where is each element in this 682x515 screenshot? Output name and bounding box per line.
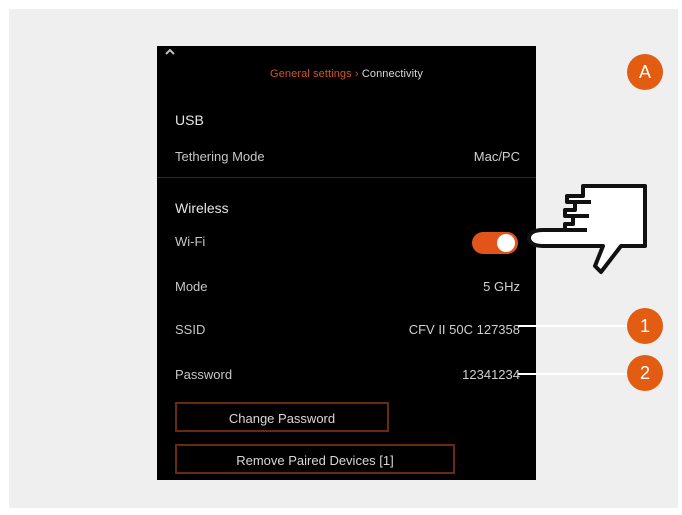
tethering-mode-value: Mac/PC [473,149,520,164]
wifi-toggle[interactable] [472,232,518,254]
section-title-wireless: Wireless [175,200,229,216]
ssid-label: SSID [175,322,206,337]
mode-value: 5 GHz [483,279,520,294]
wifi-label: Wi-Fi [175,234,206,249]
ssid-row: SSID CFV II 50C 127358 [175,322,520,342]
change-password-button[interactable]: Change Password [175,402,389,432]
password-label: Password [175,367,233,382]
callout-badge-1: 1 [627,308,663,344]
callout-line-2 [518,373,628,375]
remove-paired-devices-button[interactable]: Remove Paired Devices [1] [175,444,455,474]
back-arrow-icon[interactable] [165,49,175,59]
callout-badge-2: 2 [627,355,663,391]
camera-screen: General settings › Connectivity USB Teth… [157,46,536,480]
callout-line-1 [518,325,628,327]
breadcrumb: General settings › Connectivity [157,68,536,80]
tethering-mode-row[interactable]: Tethering Mode Mac/PC [175,149,520,169]
mode-label: Mode [175,279,208,294]
wifi-toggle-knob [497,234,515,252]
section-divider [157,177,536,178]
tethering-mode-label: Tethering Mode [175,149,265,164]
mode-row[interactable]: Mode 5 GHz [175,279,520,299]
ssid-value: CFV II 50C 127358 [408,322,520,337]
section-title-usb: USB [175,112,204,128]
callout-badge-a: A [627,54,663,90]
breadcrumb-general-settings[interactable]: General settings [270,68,352,80]
wifi-row: Wi-Fi [175,234,520,254]
password-value: 12341234 [462,367,520,382]
breadcrumb-separator: › [354,68,359,80]
password-row: Password 12341234 [175,367,520,387]
pointing-hand-icon [527,184,647,274]
breadcrumb-current: Connectivity [361,68,423,80]
